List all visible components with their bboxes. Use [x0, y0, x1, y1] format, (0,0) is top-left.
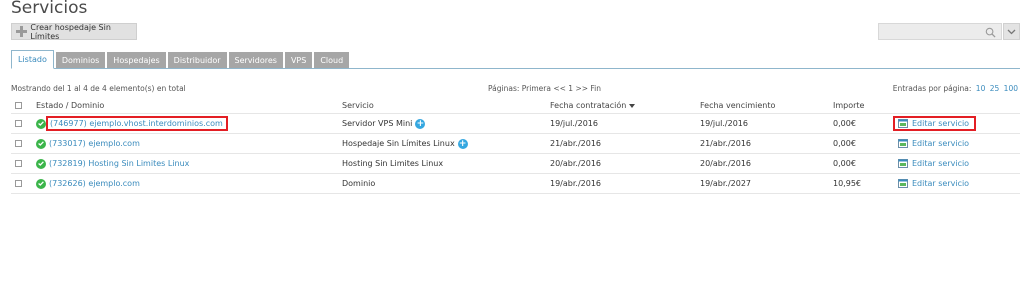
tab-distribuidor[interactable]: Distribuidor — [167, 52, 227, 68]
entries-option-100[interactable]: 100 — [1004, 84, 1018, 93]
service-name: Servidor VPS Mini — [342, 119, 413, 128]
pagination[interactable]: Páginas: Primera << 1 >> Fin — [488, 84, 601, 93]
domain-link[interactable]: (746977) ejemplo.vhost.interdominios.com — [46, 116, 228, 131]
header-expiry[interactable]: Fecha vencimiento — [700, 98, 775, 113]
entries-option-10[interactable]: 10 — [976, 84, 986, 93]
table-row: (732819) Hosting Sin Limites Linux Hosti… — [11, 154, 1020, 174]
create-hosting-label: Crear hospedaje Sin Límites — [30, 22, 111, 41]
contract-date: 19/jul./2016 — [550, 119, 598, 128]
table-row: (746977) ejemplo.vhost.interdominios.com… — [11, 114, 1020, 134]
expiry-date: 19/abr./2027 — [700, 179, 752, 188]
info-plus-icon[interactable]: + — [415, 118, 426, 129]
row-checkbox[interactable] — [15, 160, 22, 167]
tab-bar: Listado Dominios Hospedajes Distribuidor… — [11, 50, 1020, 69]
list-info-bar: Mostrando del 1 al 4 de 4 elemento(s) en… — [0, 84, 1024, 94]
entries-label: Entradas por página: — [892, 84, 972, 93]
table-row: (733017) ejemplo.com Hospedaje Sin Límit… — [11, 134, 1020, 154]
edit-service-link[interactable]: Editar servicio — [912, 159, 969, 168]
service-name: Hosting Sin Limites Linux — [342, 159, 444, 168]
search-icon[interactable] — [985, 27, 996, 38]
tab-servidores[interactable]: Servidores — [228, 52, 283, 68]
plus-icon — [16, 26, 28, 37]
tab-listado[interactable]: Listado — [11, 50, 54, 69]
amount: 10,95€ — [833, 179, 861, 188]
expiry-date: 21/abr./2016 — [700, 139, 752, 148]
search-dropdown-button[interactable] — [1003, 23, 1020, 40]
entries-option-25[interactable]: 25 — [990, 84, 1000, 93]
header-service[interactable]: Servicio — [342, 98, 374, 113]
service-name: Dominio — [342, 179, 376, 188]
row-checkbox[interactable] — [15, 140, 22, 147]
tab-cloud[interactable]: Cloud — [314, 52, 350, 68]
status-ok-icon — [36, 178, 46, 189]
tab-hospedajes[interactable]: Hospedajes — [107, 52, 166, 68]
status-ok-icon — [36, 118, 46, 129]
domain-link[interactable]: (733017) ejemplo.com — [49, 139, 140, 148]
select-all-checkbox[interactable] — [15, 102, 22, 109]
edit-service-link[interactable]: Editar servicio — [912, 139, 969, 148]
header-contract[interactable]: Fecha contratación — [550, 98, 636, 113]
edit-service-icon — [898, 119, 908, 128]
domain-link[interactable]: (732626) ejemplo.com — [49, 179, 140, 188]
page-title: Servicios — [11, 0, 88, 18]
showing-count: Mostrando del 1 al 4 de 4 elemento(s) en… — [11, 84, 186, 93]
sort-desc-icon — [629, 103, 636, 108]
expiry-date: 20/abr./2016 — [700, 159, 752, 168]
tab-dominios[interactable]: Dominios — [55, 52, 106, 68]
edit-service-icon — [898, 159, 908, 168]
edit-service-link[interactable]: Editar servicio — [912, 119, 969, 128]
contract-date: 19/abr./2016 — [550, 179, 602, 188]
header-domain[interactable]: Estado / Dominio — [36, 98, 104, 113]
status-ok-icon — [36, 138, 46, 149]
amount: 0,00€ — [833, 119, 856, 128]
info-plus-icon[interactable]: + — [457, 138, 468, 149]
chevron-down-icon — [1007, 29, 1016, 34]
expiry-date: 19/jul./2016 — [700, 119, 748, 128]
entries-per-page: Entradas por página: 10 25 100 — [893, 84, 1018, 93]
row-checkbox[interactable] — [15, 180, 22, 187]
amount: 0,00€ — [833, 159, 856, 168]
tab-vps[interactable]: VPS — [284, 52, 313, 68]
domain-link[interactable]: (732819) Hosting Sin Limites Linux — [49, 159, 189, 168]
amount: 0,00€ — [833, 139, 856, 148]
row-checkbox[interactable] — [15, 120, 22, 127]
services-table: Estado / Dominio Servicio Fecha contrata… — [11, 98, 1020, 194]
header-amount[interactable]: Importe — [833, 98, 864, 113]
table-row: (732626) ejemplo.com Dominio 19/abr./201… — [11, 174, 1020, 194]
status-ok-icon — [36, 158, 46, 169]
contract-date: 20/abr./2016 — [550, 159, 602, 168]
edit-service-link[interactable]: Editar servicio — [912, 179, 969, 188]
header-contract-label: Fecha contratación — [550, 101, 627, 110]
search-input[interactable] — [878, 23, 1002, 40]
edit-service-icon — [898, 139, 908, 148]
contract-date: 21/abr./2016 — [550, 139, 602, 148]
table-header: Estado / Dominio Servicio Fecha contrata… — [11, 98, 1020, 114]
create-hosting-button[interactable]: Crear hospedaje Sin Límites — [11, 22, 137, 41]
edit-service-icon — [898, 179, 908, 188]
service-name: Hospedaje Sin Límites Linux — [342, 139, 455, 148]
